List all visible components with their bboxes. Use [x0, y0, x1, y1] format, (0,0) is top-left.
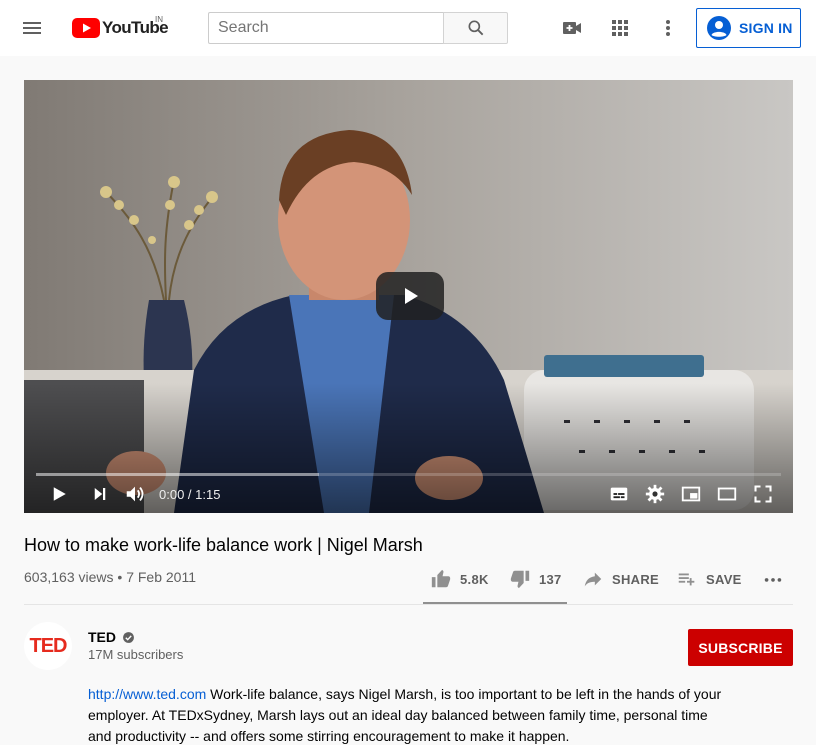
- like-count: 5.8K: [460, 571, 489, 587]
- verified-badge-icon: [123, 631, 134, 643]
- description-link[interactable]: http://www.ted.com: [88, 686, 206, 702]
- sign-in-label: SIGN IN: [739, 20, 793, 36]
- play-icon: [53, 487, 66, 501]
- search-box: [208, 12, 444, 44]
- divider: [24, 604, 793, 605]
- volume-button[interactable]: [123, 482, 147, 506]
- thumbs-up-icon: [431, 569, 451, 588]
- settings-button[interactable]: [643, 482, 667, 506]
- share-button[interactable]: SHARE: [582, 567, 659, 591]
- next-button[interactable]: [88, 482, 112, 506]
- video-title: How to make work-life balance work | Nig…: [24, 535, 423, 555]
- channel-avatar[interactable]: TED: [24, 622, 72, 670]
- save-label: SAVE: [706, 571, 742, 587]
- channel-avatar-text: TED: [29, 634, 68, 657]
- time-total: 1:15: [195, 487, 221, 502]
- time-display: 0:00 / 1:15: [159, 487, 220, 502]
- fullscreen-button[interactable]: [751, 482, 775, 506]
- account-icon: [707, 16, 731, 40]
- create-video-icon[interactable]: [560, 16, 584, 40]
- settings-icon: [645, 484, 665, 504]
- subscriber-count: 17M subscribers: [88, 647, 184, 662]
- dislike-count: 137: [539, 571, 562, 587]
- play-icon: [405, 288, 418, 304]
- theater-mode-button[interactable]: [715, 482, 739, 506]
- channel-name[interactable]: TED: [88, 629, 116, 645]
- sign-in-button[interactable]: SIGN IN: [696, 8, 801, 48]
- subtitles-icon: [610, 487, 628, 501]
- dislike-button[interactable]: 137: [509, 567, 562, 591]
- time-separator: /: [184, 487, 196, 502]
- next-icon: [94, 488, 106, 500]
- search-icon: [468, 20, 483, 36]
- share-icon: [584, 572, 602, 587]
- more-vert-icon[interactable]: [656, 16, 680, 40]
- time-current: 0:00: [159, 487, 185, 502]
- youtube-logo-icon: [72, 18, 100, 38]
- subscribe-button[interactable]: SUBSCRIBE: [688, 629, 793, 666]
- search-input[interactable]: [209, 13, 444, 43]
- more-actions-button[interactable]: [762, 567, 784, 591]
- progress-bar[interactable]: [36, 473, 781, 476]
- menu-icon[interactable]: [20, 16, 44, 40]
- playlist-add-icon: [678, 573, 695, 586]
- share-label: SHARE: [612, 571, 660, 587]
- save-button[interactable]: SAVE: [676, 567, 742, 591]
- youtube-logo[interactable]: YouTube IN: [72, 15, 169, 39]
- theater-icon: [717, 487, 737, 501]
- view-count-date: 603,163 views • 7 Feb 2011: [24, 569, 196, 585]
- fullscreen-icon: [754, 485, 772, 503]
- region-code: IN: [155, 15, 163, 24]
- large-play-button[interactable]: [376, 272, 444, 320]
- more-horiz-icon: [764, 578, 782, 582]
- publish-date: 7 Feb 2011: [126, 569, 196, 585]
- channel-name-row: TED: [88, 629, 135, 645]
- thumbs-down-icon: [510, 570, 530, 589]
- volume-icon: [126, 486, 144, 502]
- masthead: YouTube IN SIGN IN: [0, 0, 816, 56]
- subtitles-button[interactable]: [607, 482, 631, 506]
- video-description: http://www.ted.com Work-life balance, sa…: [88, 684, 728, 745]
- apps-grid-icon[interactable]: [608, 16, 632, 40]
- miniplayer-icon: [681, 486, 701, 502]
- search-button[interactable]: [443, 12, 508, 44]
- buffered-progress: [36, 473, 320, 476]
- video-player[interactable]: 0:00 / 1:15: [24, 80, 793, 513]
- play-button[interactable]: [48, 482, 70, 506]
- miniplayer-button[interactable]: [679, 482, 703, 506]
- like-button[interactable]: 5.8K: [430, 567, 489, 591]
- separator-dot: •: [113, 569, 127, 585]
- view-count: 603,163 views: [24, 569, 114, 585]
